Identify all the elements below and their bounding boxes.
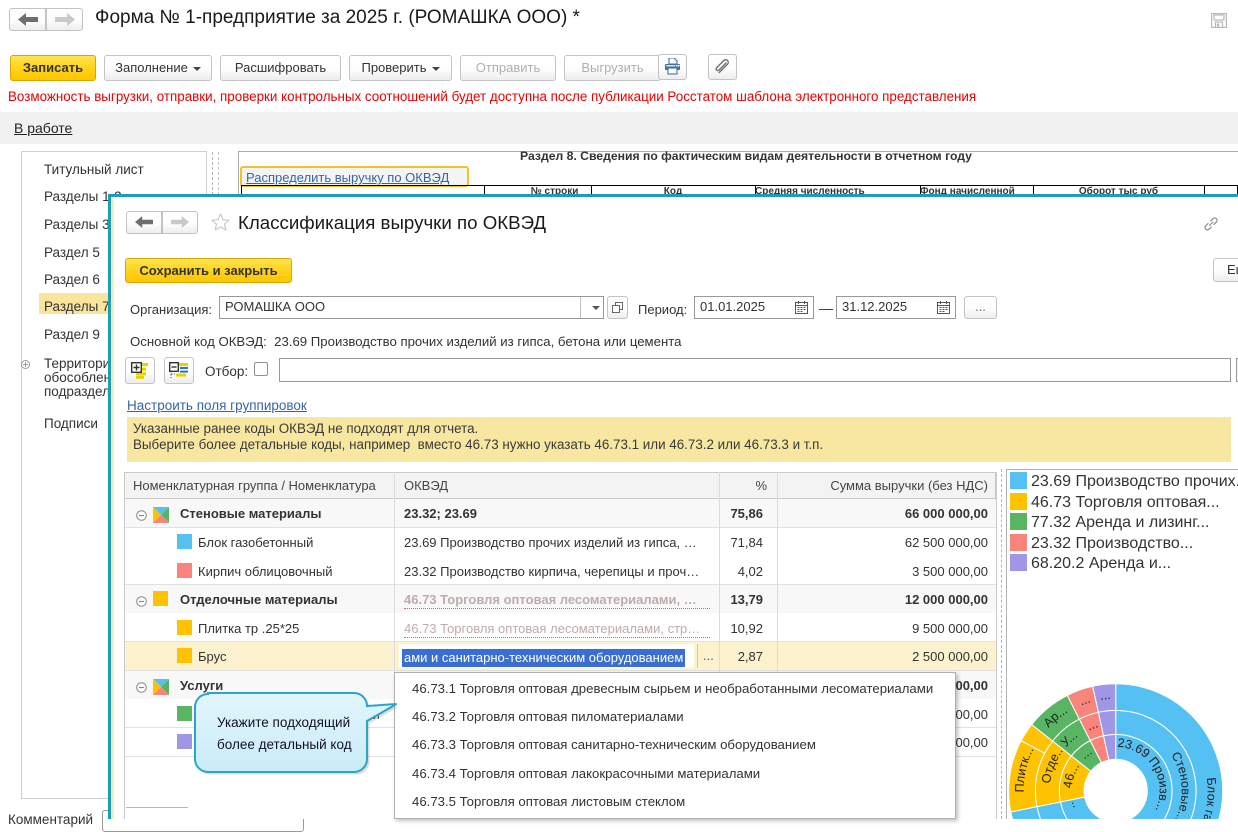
svg-text:Укажите подходящий: Укажите подходящий — [217, 715, 350, 730]
svg-text:...: ... — [1099, 688, 1111, 703]
svg-text:более детальный код: более детальный код — [217, 737, 352, 752]
